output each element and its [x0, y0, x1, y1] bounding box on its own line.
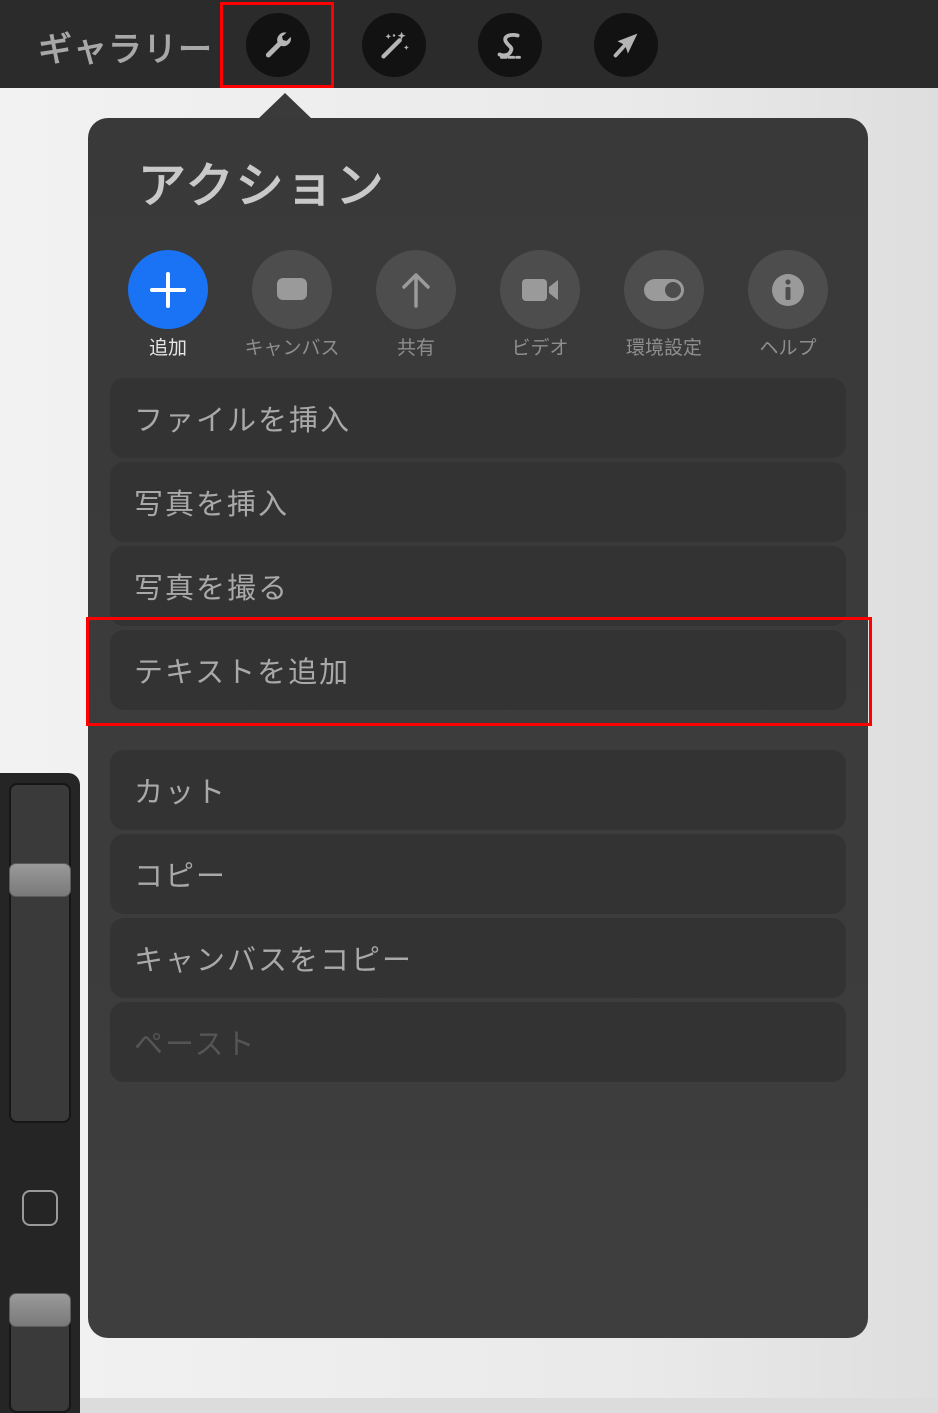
top-toolbar: ギャラリー: [0, 0, 938, 88]
popover-arrow: [258, 93, 312, 119]
brush-size-thumb[interactable]: [9, 863, 71, 897]
modify-square-button[interactable]: [22, 1190, 58, 1226]
menu-item-insert-photo[interactable]: 写真を挿入: [110, 462, 846, 542]
info-icon: [772, 273, 804, 306]
menu-item-paste: ペースト: [110, 1002, 846, 1082]
share-arrow-up-icon: [402, 272, 430, 308]
menu-item-copy[interactable]: コピー: [110, 834, 846, 914]
menu-item-take-photo[interactable]: 写真を撮る: [110, 546, 846, 626]
menu-item-copy-canvas[interactable]: キャンバスをコピー: [110, 918, 846, 998]
tab-help[interactable]: ヘルプ: [733, 250, 843, 360]
tab-preferences[interactable]: 環境設定: [609, 250, 719, 360]
tab-add[interactable]: 追加: [113, 250, 223, 360]
selection-s-icon: [497, 33, 521, 59]
canvas-icon: [277, 277, 307, 300]
menu-item-cut[interactable]: カット: [110, 750, 846, 830]
toggle-icon: [644, 278, 684, 301]
tab-canvas[interactable]: キャンバス: [237, 250, 347, 360]
wrench-icon: [265, 32, 291, 58]
tab-label: ヘルプ: [759, 337, 817, 359]
actions-popover: アクション 追加 キャンバス 共有 ビデオ 環境設定 ヘルプ ファイルを挿入 写…: [88, 118, 868, 1338]
tab-share[interactable]: 共有: [361, 250, 471, 360]
tab-label: 追加: [148, 337, 187, 359]
tab-video[interactable]: ビデオ: [485, 250, 595, 360]
video-camera-icon: [522, 278, 558, 301]
menu-item-insert-file[interactable]: ファイルを挿入: [110, 378, 846, 458]
actions-wrench-button[interactable]: [246, 13, 310, 77]
tab-label: 環境設定: [625, 337, 702, 359]
tab-label: ビデオ: [511, 337, 569, 359]
tab-label: キャンバス: [244, 337, 340, 359]
popover-title: アクション: [138, 158, 386, 214]
tab-label: 共有: [396, 337, 435, 359]
transform-arrow-icon: [613, 33, 638, 58]
opacity-thumb[interactable]: [9, 1293, 71, 1327]
adjustments-button[interactable]: [362, 13, 426, 77]
transform-button[interactable]: [594, 13, 658, 77]
gallery-button[interactable]: ギャラリー: [38, 22, 213, 71]
selection-button[interactable]: [478, 13, 542, 77]
magic-wand-icon: [381, 31, 409, 59]
menu-item-add-text[interactable]: テキストを追加: [110, 630, 846, 710]
brush-size-slider[interactable]: [9, 783, 71, 1123]
plus-icon: [150, 271, 186, 308]
